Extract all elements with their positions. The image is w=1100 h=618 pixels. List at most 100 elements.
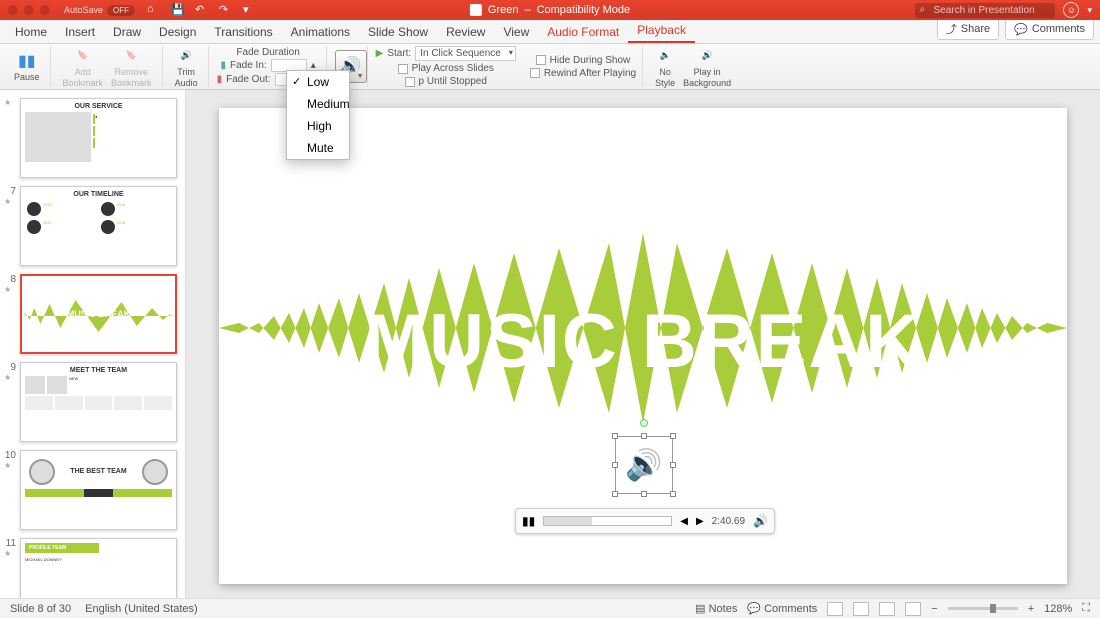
- play-across-checkbox[interactable]: [398, 64, 408, 74]
- slide-title: MUSIC BREAK: [219, 298, 1067, 385]
- view-sorter-button[interactable]: [853, 602, 869, 616]
- play-in-background-button[interactable]: 🔊 Play in Background: [679, 44, 735, 90]
- volume-option-medium[interactable]: Medium: [287, 93, 349, 115]
- bookmark-minus-icon: 🔖: [121, 46, 141, 66]
- language-indicator[interactable]: English (United States): [85, 603, 198, 615]
- compatibility-mode: Compatibility Mode: [537, 4, 631, 16]
- doc-name: Green: [488, 4, 519, 16]
- audio-object[interactable]: 🔊: [615, 436, 673, 494]
- zoom-in-button[interactable]: +: [1028, 603, 1034, 615]
- trim-audio-button[interactable]: 🔊 Trim Audio: [171, 44, 202, 90]
- loop-checkbox[interactable]: [405, 77, 415, 87]
- zoom-out-button[interactable]: −: [931, 603, 937, 615]
- slide-canvas[interactable]: MUSIC BREAK 🔊 ▮▮ ◀ ▶ 2:40.69 🔊: [186, 90, 1100, 598]
- hide-label: Hide During Show: [550, 55, 631, 66]
- resize-handle[interactable]: [641, 433, 647, 439]
- view-slideshow-button[interactable]: [905, 602, 921, 616]
- zoom-percent[interactable]: 128%: [1044, 603, 1072, 615]
- comments-button[interactable]: 💬Comments: [1005, 18, 1094, 40]
- tab-design[interactable]: Design: [150, 21, 205, 43]
- status-bar: Slide 8 of 30 English (United States) ▤ …: [0, 598, 1100, 618]
- resize-handle[interactable]: [612, 462, 618, 468]
- thumbnail-slide-7[interactable]: OUR TIMELINE2015201620172018: [20, 186, 177, 266]
- tab-audio-format[interactable]: Audio Format: [538, 21, 628, 43]
- window-title: Green – Compatibility Mode: [470, 4, 630, 16]
- fade-duration-label: Fade Duration: [236, 47, 299, 58]
- resize-handle[interactable]: [670, 433, 676, 439]
- no-style-icon: 🔈: [655, 46, 675, 66]
- share-icon: ⤴: [946, 21, 957, 37]
- tab-home[interactable]: Home: [6, 21, 56, 43]
- trim-audio-icon: 🔊: [176, 46, 196, 66]
- play-across-label: Play Across Slides: [412, 63, 494, 74]
- volume-option-low[interactable]: Low: [287, 71, 349, 93]
- comments-status-button[interactable]: 💬 Comments: [747, 602, 817, 615]
- view-reading-button[interactable]: [879, 602, 895, 616]
- play-background-icon: 🔊: [697, 46, 717, 66]
- player-volume-icon[interactable]: 🔊: [753, 514, 768, 528]
- fit-to-window-button[interactable]: ⛶: [1082, 602, 1090, 615]
- tab-insert[interactable]: Insert: [56, 21, 104, 43]
- loop-label: p Until Stopped: [419, 76, 487, 87]
- share-button[interactable]: ⤴Share: [937, 18, 999, 40]
- document-icon: [470, 4, 482, 16]
- resize-handle[interactable]: [670, 462, 676, 468]
- notes-button[interactable]: ▤ Notes: [695, 602, 737, 615]
- save-icon[interactable]: 💾: [171, 3, 185, 17]
- bookmark-plus-icon: 🔖: [73, 46, 93, 66]
- traffic-lights[interactable]: [0, 5, 50, 15]
- volume-option-mute[interactable]: Mute: [287, 137, 349, 159]
- thumbnail-slide-6[interactable]: OUR SERVICE●: [20, 98, 177, 178]
- customize-qat-icon[interactable]: ▾: [243, 3, 257, 17]
- resize-handle[interactable]: [612, 433, 618, 439]
- player-prev-button[interactable]: ◀: [680, 516, 688, 527]
- undo-icon[interactable]: ↶: [195, 3, 209, 17]
- thumbnail-slide-10[interactable]: THE BEST TEAM: [20, 450, 177, 530]
- user-account-icon[interactable]: ☺: [1063, 2, 1079, 18]
- tab-transitions[interactable]: Transitions: [205, 21, 281, 43]
- thumbnail-slide-8[interactable]: MUSIC BREAK: [20, 274, 177, 354]
- player-progress[interactable]: [543, 516, 672, 526]
- player-time: 2:40.69: [712, 516, 745, 527]
- zoom-slider[interactable]: [948, 607, 1018, 610]
- autosave-toggle[interactable]: AutoSave OFF: [64, 5, 135, 16]
- volume-dropdown: Low Medium High Mute: [286, 70, 350, 160]
- chevron-down-icon: ▼: [357, 73, 364, 80]
- slide-counter: Slide 8 of 30: [10, 603, 71, 615]
- thumbnail-slide-11[interactable]: PROFILE TEAMMICHAEL DOWNEY: [20, 538, 177, 598]
- pause-icon: ▮▮: [17, 51, 37, 71]
- no-style-button[interactable]: 🔈 No Style: [651, 44, 679, 90]
- autosave-label: AutoSave: [64, 5, 103, 15]
- rewind-checkbox[interactable]: [530, 68, 540, 78]
- window-titlebar: AutoSave OFF ⌂ 💾 ↶ ↷ ▾ Green – Compatibi…: [0, 0, 1100, 20]
- comment-icon: 💬: [1014, 23, 1028, 36]
- resize-handle[interactable]: [641, 491, 647, 497]
- thumbnail-slide-9[interactable]: MEET THE TEAMNEW: [20, 362, 177, 442]
- hide-checkbox[interactable]: [536, 55, 546, 65]
- player-next-button[interactable]: ▶: [696, 516, 704, 527]
- start-select[interactable]: In Click Sequence: [415, 46, 516, 61]
- volume-option-high[interactable]: High: [287, 115, 349, 137]
- player-pause-button[interactable]: ▮▮: [522, 514, 535, 528]
- add-bookmark-button[interactable]: 🔖 Add Bookmark: [59, 44, 108, 90]
- resize-handle[interactable]: [612, 491, 618, 497]
- tab-view[interactable]: View: [494, 21, 538, 43]
- remove-bookmark-button[interactable]: 🔖 Remove Bookmark: [107, 44, 156, 90]
- fade-in-icon: ▮: [220, 60, 226, 71]
- rotate-handle[interactable]: [640, 419, 648, 427]
- home-icon[interactable]: ⌂: [147, 3, 161, 17]
- pause-button[interactable]: ▮▮ Pause: [10, 49, 44, 84]
- resize-handle[interactable]: [670, 491, 676, 497]
- start-label: Start:: [387, 48, 411, 59]
- tab-draw[interactable]: Draw: [104, 21, 150, 43]
- tab-slideshow[interactable]: Slide Show: [359, 21, 437, 43]
- search-input[interactable]: Search in Presentation: [915, 3, 1055, 18]
- redo-icon[interactable]: ↷: [219, 3, 233, 17]
- view-normal-button[interactable]: [827, 602, 843, 616]
- slide-thumbnail-panel[interactable]: ★ OUR SERVICE● 7★ OUR TIMELINE2015201620…: [0, 90, 186, 598]
- ribbon-collapse-icon[interactable]: ▾: [1087, 5, 1092, 16]
- tab-animations[interactable]: Animations: [282, 21, 359, 43]
- autosave-state: OFF: [107, 5, 135, 16]
- tab-review[interactable]: Review: [437, 21, 494, 43]
- tab-playback[interactable]: Playback: [628, 19, 695, 43]
